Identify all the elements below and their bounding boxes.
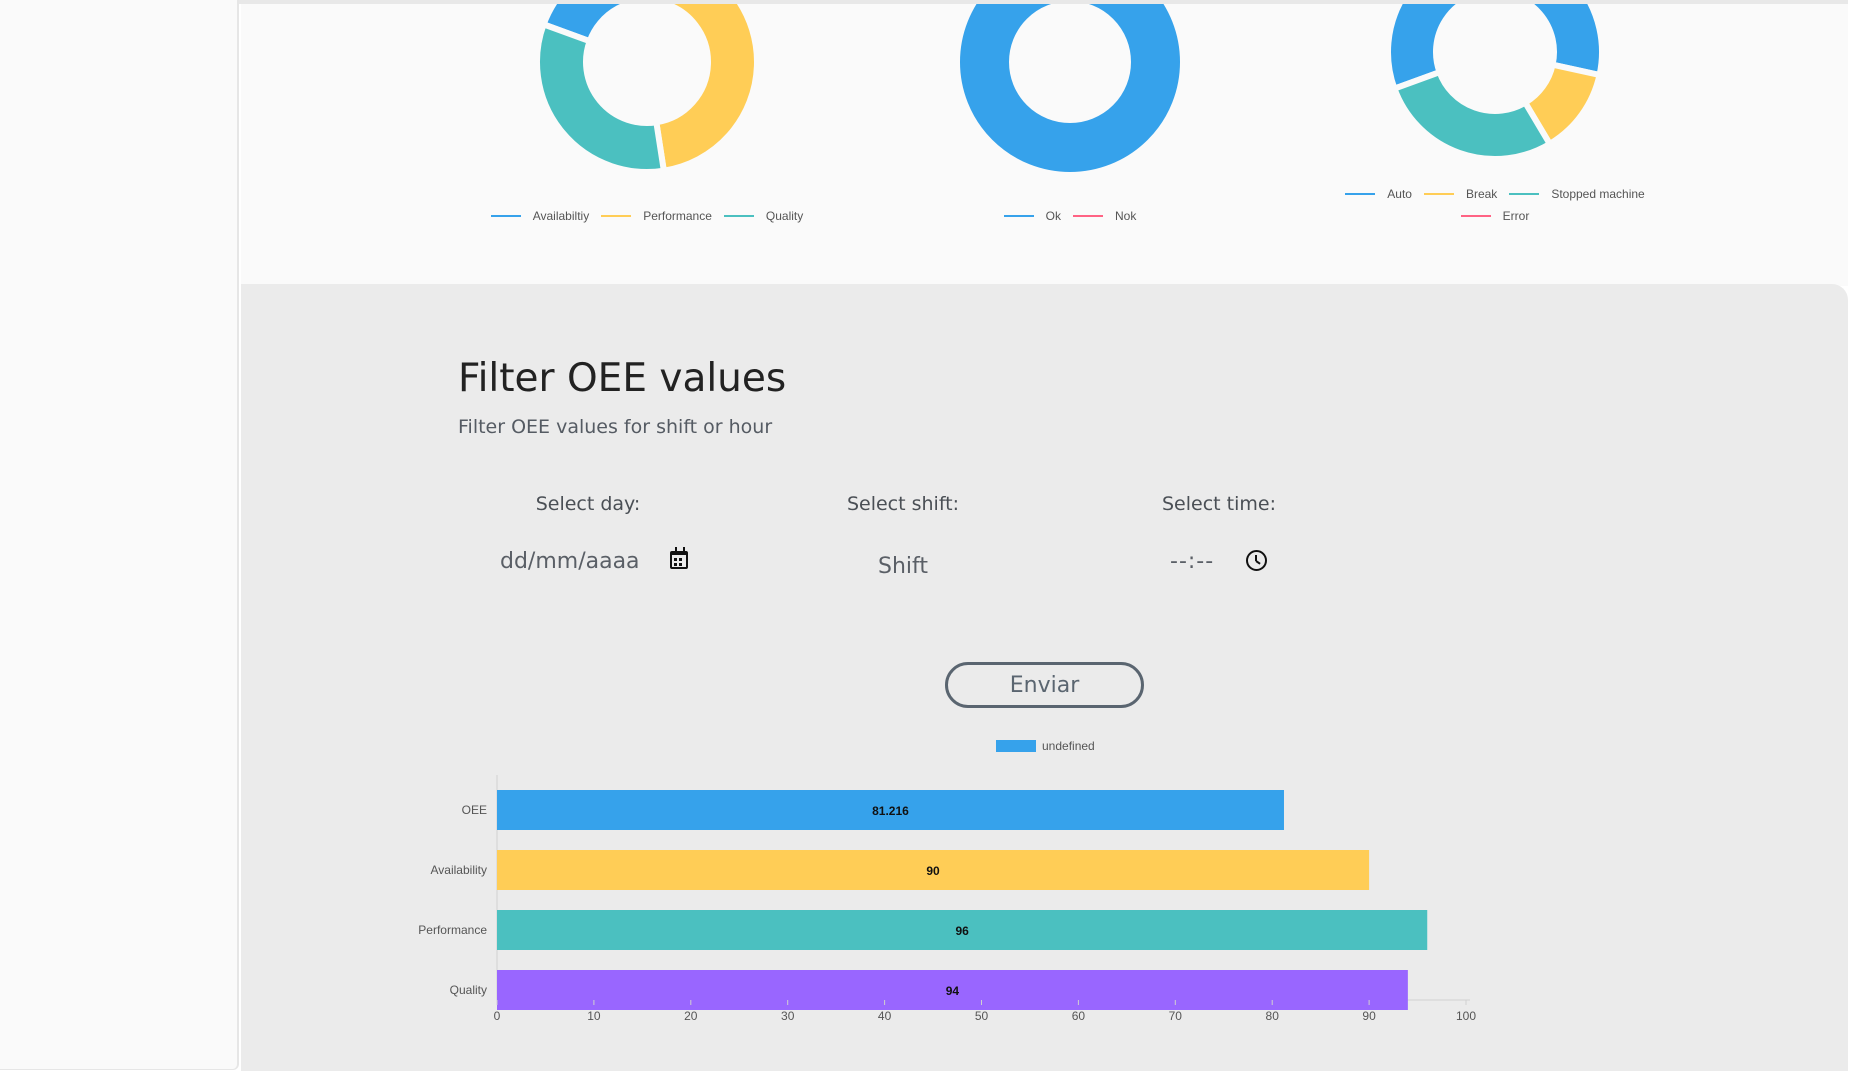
category-label: OEE — [462, 803, 487, 817]
x-tick-label: 100 — [1456, 1009, 1476, 1023]
legend-swatch — [996, 740, 1036, 752]
machine-state-donut — [1385, 4, 1605, 162]
x-tick-label: 70 — [1169, 1009, 1183, 1023]
filter-subtitle: Filter OEE values for shift or hour — [458, 416, 773, 438]
calendar-icon[interactable] — [670, 547, 688, 569]
parts-quality-legend: Ok Nok — [870, 205, 1270, 227]
legend-swatch — [1423, 193, 1454, 195]
donut-segments — [960, 4, 1180, 172]
legend-label: undefined — [1042, 739, 1095, 753]
legend-item-stopped-machine[interactable]: Stopped machine — [1509, 183, 1645, 205]
day-placeholder: dd/mm/aaaa — [500, 548, 640, 574]
sidebar — [0, 0, 239, 1070]
legend-swatch — [601, 215, 632, 217]
right-margin — [1848, 0, 1869, 1071]
legend-swatch — [1460, 215, 1491, 217]
x-tick-label: 50 — [975, 1009, 989, 1023]
oee-breakdown-donut — [534, 4, 760, 175]
legend-swatch — [723, 215, 754, 217]
legend-swatch — [490, 215, 521, 217]
legend-item-performance[interactable]: Performance — [601, 205, 712, 227]
oee-bar-chart: undefined OEE 81.216 Availability 90 Performa… — [418, 739, 1476, 1023]
oee-breakdown-legend: Availabiltiy Performance Quality — [447, 205, 847, 227]
select-shift-label: Select shift: — [846, 493, 960, 515]
donut-segment-quality[interactable] — [534, 20, 668, 175]
bar-value-label: 81.216 — [872, 804, 909, 818]
legend-swatch — [1073, 215, 1103, 217]
x-tick-label: 40 — [878, 1009, 892, 1023]
x-tick-label: 0 — [494, 1009, 501, 1023]
legend-label: Error — [1502, 209, 1530, 223]
parts-quality-donut — [960, 4, 1180, 172]
submit-button[interactable]: Enviar — [945, 662, 1144, 708]
legend-item-break[interactable]: Break — [1423, 183, 1498, 205]
category-label: Performance — [418, 923, 487, 937]
category-label: Quality — [450, 983, 487, 997]
select-time-label: Select time: — [1162, 493, 1276, 515]
legend-item-ok[interactable]: Ok — [1003, 205, 1061, 227]
donut-segment-performance[interactable] — [652, 4, 760, 175]
day-date-input[interactable]: dd/mm/aaaa — [500, 546, 700, 576]
legend-swatch — [1509, 193, 1540, 195]
shift-select[interactable]: Shift — [840, 550, 966, 580]
legend-label: Stopped machine — [1551, 187, 1645, 201]
legend-label: Availabiltiy — [532, 209, 590, 223]
donut-segment-ok[interactable] — [960, 4, 1180, 172]
time-placeholder: --:-- — [1170, 548, 1215, 574]
x-tick-label: 90 — [1362, 1009, 1376, 1023]
legend-label: Performance — [643, 209, 712, 223]
legend-item-nok[interactable]: Nok — [1073, 205, 1136, 227]
legend-label: Nok — [1115, 209, 1137, 223]
bar-value-label: 96 — [955, 924, 969, 938]
bar-chart-legend[interactable]: undefined — [996, 739, 1095, 753]
time-input[interactable]: --:-- — [1170, 546, 1280, 576]
donut-segment-stopped-machine[interactable] — [1390, 68, 1554, 162]
legend-item-auto[interactable]: Auto — [1345, 183, 1412, 205]
bar-value-label: 90 — [926, 864, 940, 878]
x-tick-label: 60 — [1072, 1009, 1086, 1023]
legend-label: Ok — [1045, 209, 1061, 223]
x-tick-label: 20 — [684, 1009, 698, 1023]
legend-label: Break — [1465, 187, 1498, 201]
select-day-label: Select day: — [535, 493, 641, 515]
bar-value-label: 94 — [946, 984, 960, 998]
shift-select-value: Shift — [877, 554, 928, 579]
x-tick-label: 10 — [587, 1009, 601, 1023]
clock-icon[interactable] — [1246, 550, 1267, 571]
legend-swatch — [1003, 215, 1034, 217]
donut-segments — [534, 4, 760, 175]
donut-segments — [1385, 4, 1605, 162]
legend-label: Auto — [1387, 187, 1412, 201]
legend-item-quality[interactable]: Quality — [723, 205, 804, 227]
x-tick-label: 80 — [1266, 1009, 1280, 1023]
machine-state-legend: Auto Break Stopped machine Error — [1305, 183, 1685, 227]
legend-item-error[interactable]: Error — [1460, 205, 1530, 227]
legend-swatch — [1345, 193, 1376, 195]
category-label: Availability — [431, 863, 487, 877]
filter-title: Filter OEE values — [458, 356, 787, 401]
legend-label: Quality — [765, 209, 804, 223]
x-tick-label: 30 — [781, 1009, 795, 1023]
legend-item-availabiltiy[interactable]: Availabiltiy — [490, 205, 590, 227]
